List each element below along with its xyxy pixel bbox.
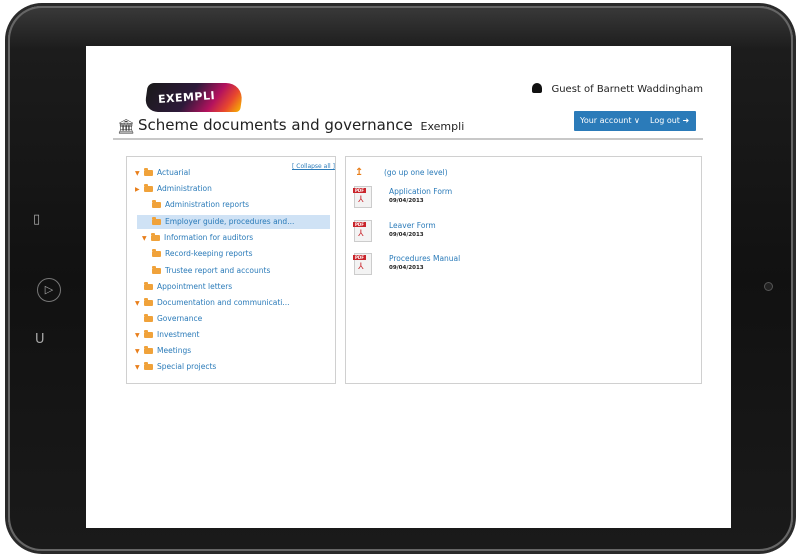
chevron-down-icon[interactable]: ▼ [135, 297, 144, 311]
folder-icon [144, 167, 153, 176]
square-icon: ▯ [33, 212, 41, 227]
pdf-tag: PDF [353, 255, 366, 260]
tree-item-information-for-auditors[interactable]: ▼ Information for auditors [142, 231, 253, 245]
screen: EXEMPLI Guest of Barnett Waddingham 🏛 Sc… [86, 46, 731, 528]
institution-icon: 🏛 [117, 119, 135, 135]
tree-item-label: Employer guide, procedures and... [165, 217, 295, 226]
folder-icon [151, 232, 160, 241]
tree-item-label: Investment [157, 330, 200, 339]
up-arrow-icon: ↥ [355, 167, 364, 178]
tree-item-record-keeping-reports[interactable]: Record-keeping reports [152, 247, 252, 261]
tree-item-appointment-letters[interactable]: Appointment letters [144, 280, 232, 294]
tree-item-label: Documentation and communicati... [157, 298, 290, 307]
folder-icon [152, 216, 161, 225]
camera-icon [764, 282, 773, 291]
go-up-label[interactable]: (go up one level) [384, 168, 448, 177]
log-out-button[interactable]: Log out ➜ [644, 111, 696, 131]
folder-icon [144, 297, 153, 306]
file-date: 09/04/2013 [389, 265, 424, 271]
tree-item-label: Meetings [157, 346, 192, 355]
chevron-right-icon[interactable]: ▶ [135, 183, 144, 197]
page-title: Scheme documents and governance Exempli [138, 116, 464, 134]
acrobat-mark: ⅄ [358, 262, 364, 272]
tree-item-administration[interactable]: ▶ Administration [135, 182, 212, 196]
pdf-icon: PDF ⅄ [353, 253, 372, 275]
tree-item-label: Information for auditors [164, 233, 254, 242]
your-account-button[interactable]: Your account ∨ [574, 111, 647, 131]
folder-icon [152, 199, 161, 208]
user-label: Guest of Barnett Waddingham [551, 84, 703, 95]
tree-item-label: Appointment letters [157, 282, 233, 291]
collapse-all-link[interactable]: [ Collapse all ] [292, 163, 335, 170]
tree-item-special-projects[interactable]: ▼ Special projects [135, 360, 216, 374]
tree-item-administration-reports[interactable]: Administration reports [152, 198, 249, 212]
folder-icon [144, 313, 153, 322]
folder-icon [144, 361, 153, 370]
home-button[interactable]: ▷ [37, 278, 61, 302]
chevron-down-icon[interactable]: ▼ [135, 345, 144, 359]
u-icon: U [35, 332, 45, 347]
chevron-down-icon[interactable]: ▼ [142, 232, 151, 246]
page-header: EXEMPLI Guest of Barnett Waddingham 🏛 Sc… [113, 46, 703, 140]
tree-item-label: Administration [157, 184, 212, 193]
chevron-down-icon[interactable]: ▼ [135, 361, 144, 375]
file-name-link[interactable]: Leaver Form [389, 221, 436, 230]
user-info: Guest of Barnett Waddingham [532, 83, 703, 95]
folder-icon [144, 183, 153, 192]
tablet-frame: ▯ ▷ U EXEMPLI Guest of Barnett Waddingha… [8, 6, 793, 551]
tree-item-governance[interactable]: Governance [144, 312, 202, 326]
tree-item-trustee-report[interactable]: Trustee report and accounts [152, 264, 270, 278]
tree-item-employer-guide[interactable]: Employer guide, procedures and... [137, 215, 330, 229]
tree-item-meetings[interactable]: ▼ Meetings [135, 344, 191, 358]
tree-item-investment[interactable]: ▼ Investment [135, 328, 199, 342]
pdf-icon: PDF ⅄ [353, 186, 372, 208]
folder-tree-panel: [ Collapse all ] ▼ Actuarial ▶ Administrat… [126, 156, 336, 384]
folder-icon [144, 329, 153, 338]
user-icon [532, 83, 543, 93]
acrobat-mark: ⅄ [358, 195, 364, 205]
tree-item-actuarial[interactable]: ▼ Actuarial [135, 166, 190, 180]
file-name-link[interactable]: Procedures Manual [389, 254, 460, 263]
folder-icon [144, 281, 153, 290]
tree-item-label: Special projects [157, 362, 217, 371]
chevron-down-icon[interactable]: ▼ [135, 167, 144, 181]
header-divider [113, 138, 703, 140]
folder-icon [144, 345, 153, 354]
go-up-link[interactable]: ↥ (go up one level) [355, 167, 448, 178]
folder-icon [152, 265, 161, 274]
file-date: 09/04/2013 [389, 198, 424, 204]
file-date: 09/04/2013 [389, 232, 424, 238]
pdf-tag: PDF [353, 222, 366, 227]
tree-item-label: Record-keeping reports [165, 249, 253, 258]
folder-icon [152, 248, 161, 257]
tree-item-label: Administration reports [165, 200, 250, 209]
page-title-main: Scheme documents and governance [138, 116, 413, 134]
tree-item-label: Actuarial [157, 168, 191, 177]
tree-item-documentation[interactable]: ▼ Documentation and communicati... [135, 296, 290, 310]
page-title-sub: Exempli [420, 120, 465, 133]
tree-item-label: Governance [157, 314, 203, 323]
tree-item-label: Trustee report and accounts [165, 266, 271, 275]
logo-text: EXEMPLI [157, 89, 216, 106]
pdf-tag: PDF [353, 188, 366, 193]
chevron-down-icon[interactable]: ▼ [135, 329, 144, 343]
acrobat-mark: ⅄ [358, 229, 364, 239]
file-name-link[interactable]: Application Form [389, 187, 452, 196]
file-list-panel: ↥ (go up one level) PDF ⅄ Application For… [345, 156, 702, 384]
pdf-icon: PDF ⅄ [353, 220, 372, 242]
exempli-logo: EXEMPLI [143, 83, 245, 112]
